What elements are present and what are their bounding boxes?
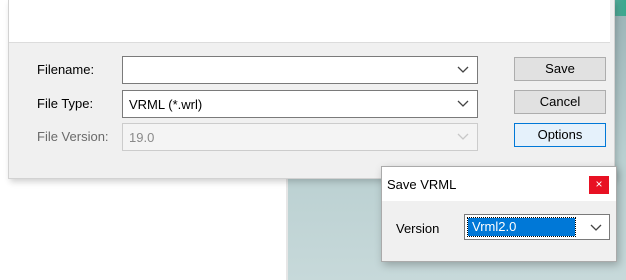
version-label: Version xyxy=(396,221,440,236)
close-icon[interactable]: × xyxy=(589,176,609,194)
chevron-down-icon[interactable] xyxy=(457,98,469,108)
file-version-combo: 19.0 xyxy=(122,123,478,151)
chevron-down-icon xyxy=(457,133,469,140)
vrml-titlebar[interactable]: Save VRML × xyxy=(382,167,616,201)
chevron-down-icon[interactable] xyxy=(457,64,469,74)
file-version-value: 19.0 xyxy=(129,130,155,145)
filename-combo[interactable] xyxy=(122,56,478,84)
options-button[interactable]: Options xyxy=(514,123,606,147)
chevron-down-icon[interactable] xyxy=(590,222,602,232)
file-type-combo[interactable]: VRML (*.wrl) xyxy=(122,90,478,118)
vrml-dialog-title: Save VRML xyxy=(387,177,457,192)
save-button[interactable]: Save xyxy=(514,57,606,81)
file-type-label: File Type: xyxy=(37,96,94,111)
file-version-label: File Version: xyxy=(37,129,109,144)
version-select[interactable]: Vrml2.0 xyxy=(464,214,610,240)
filename-label: Filename: xyxy=(37,62,95,77)
version-select-value[interactable]: Vrml2.0 xyxy=(467,217,576,237)
save-dialog: Filename: File Type: VRML (*.wrl) File V… xyxy=(8,0,615,179)
file-type-value: VRML (*.wrl) xyxy=(129,97,203,112)
save-vrml-dialog: Save VRML × Version Vrml2.0 xyxy=(381,166,617,262)
file-list-area[interactable] xyxy=(9,0,610,43)
cancel-button[interactable]: Cancel xyxy=(514,90,606,114)
